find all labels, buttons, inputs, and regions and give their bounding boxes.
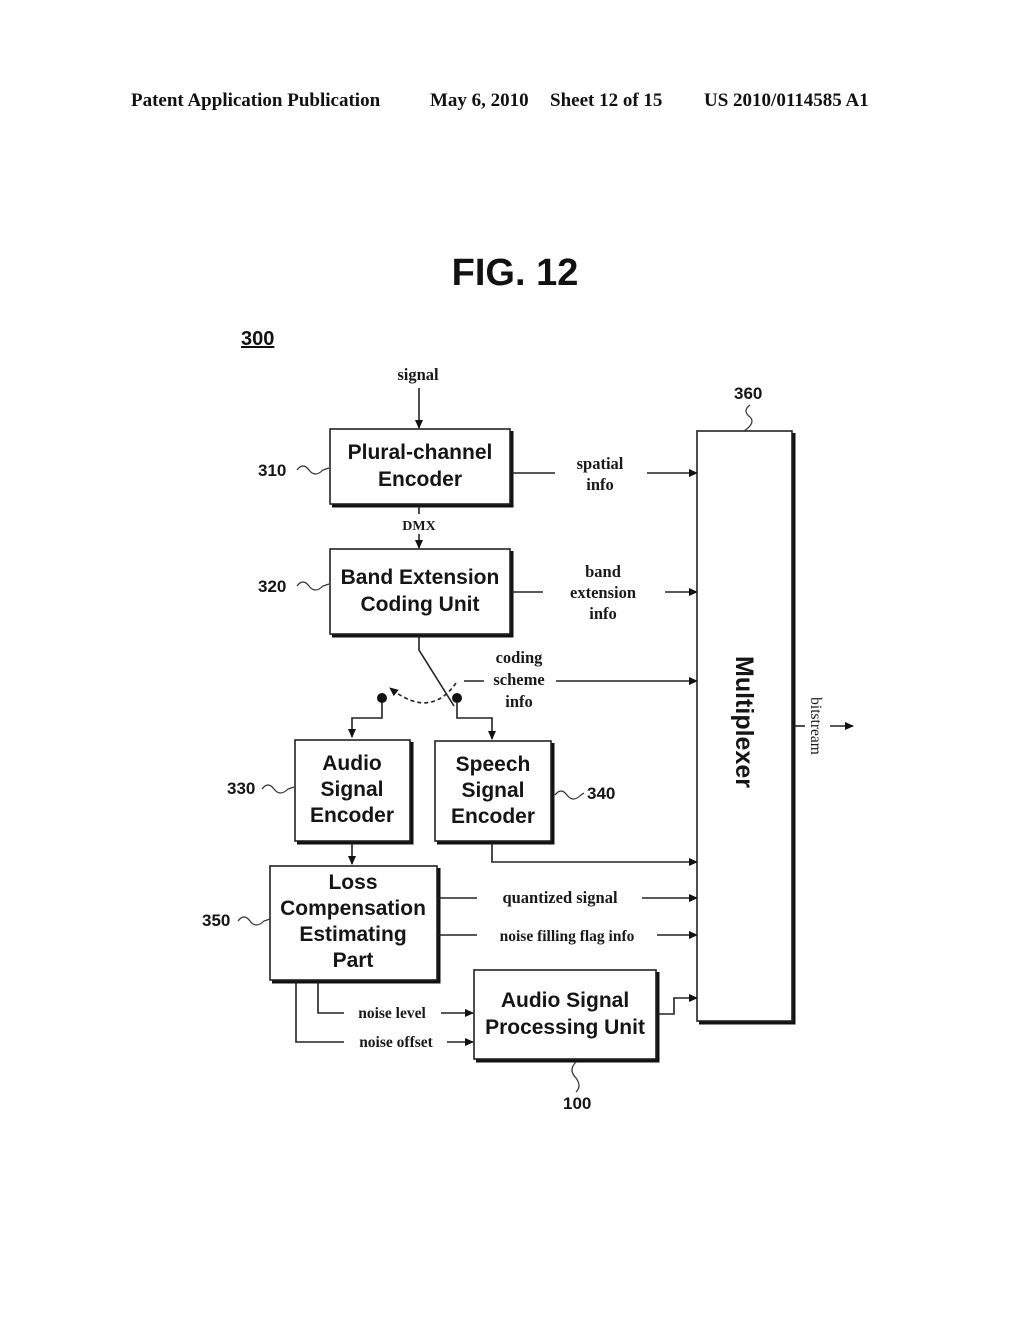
audio-encoder-line2: Signal xyxy=(320,778,383,801)
ref-100-leader xyxy=(571,1061,580,1093)
multiplexer-label: Multiplexer xyxy=(730,656,758,788)
loss-compensation-block: Loss Compensation Estimating Part xyxy=(269,865,441,984)
noise-filling-flag-label: noise filling flag info xyxy=(500,928,635,945)
switch-to-audio-arrow xyxy=(348,703,383,738)
ref-330-leader xyxy=(261,784,295,794)
plural-channel-encoder-line1: Plural-channel xyxy=(348,441,493,464)
speech-encoder-line1: Speech xyxy=(456,753,531,776)
quantized-signal-label: quantized signal xyxy=(502,888,617,907)
band-extension-info-label-2: extension xyxy=(570,583,636,602)
ref-320-leader xyxy=(296,581,330,591)
block-diagram: signal Plural-channel Encoder 310 spatia… xyxy=(202,365,854,1113)
ref-350: 350 xyxy=(202,911,230,930)
spatial-info-label-1: spatial xyxy=(577,454,624,473)
speech-encoder-line2: Signal xyxy=(461,779,524,802)
ref-360: 360 xyxy=(734,384,762,403)
ref-340: 340 xyxy=(587,784,615,803)
band-extension-coding-unit-block: Band Extension Coding Unit xyxy=(329,548,514,638)
ref-310: 310 xyxy=(258,461,286,480)
audio-signal-encoder-block: Audio Signal Encoder xyxy=(294,739,414,845)
dmx-label: DMX xyxy=(402,519,435,534)
band-extension-info-label-3: info xyxy=(589,604,617,623)
loss-compensation-line4: Part xyxy=(333,949,374,972)
processing-to-mux-arrow xyxy=(658,994,698,1015)
ref-320: 320 xyxy=(258,577,286,596)
coding-scheme-info-label-2: scheme xyxy=(493,670,544,689)
band-extension-line2: Coding Unit xyxy=(361,593,480,616)
band-extension-info-label-1: band xyxy=(585,562,621,581)
ref-340-leader xyxy=(554,790,585,800)
audio-encoder-line1: Audio xyxy=(322,752,381,775)
switch-to-speech-arrow xyxy=(456,703,496,740)
coding-scheme-info-label-3: info xyxy=(505,692,533,711)
noise-level-line xyxy=(317,982,344,1014)
ref-360-leader xyxy=(743,404,753,432)
audio-encoder-line3: Encoder xyxy=(310,804,394,827)
loss-compensation-line3: Estimating xyxy=(299,923,406,946)
noise-offset-label: noise offset xyxy=(359,1034,433,1051)
ref-100: 100 xyxy=(563,1094,591,1113)
plural-channel-encoder-line2: Encoder xyxy=(378,468,462,491)
input-signal-label: signal xyxy=(397,365,439,384)
loss-compensation-line1: Loss xyxy=(328,871,377,894)
speech-signal-encoder-block: Speech Signal Encoder xyxy=(434,740,555,845)
audio-processing-line2: Processing Unit xyxy=(485,1016,645,1039)
band-extension-line1: Band Extension xyxy=(341,566,500,589)
spatial-info-label-2: info xyxy=(586,475,614,494)
switch-contact-speech xyxy=(452,693,462,703)
loss-compensation-line2: Compensation xyxy=(280,897,426,920)
ref-330: 330 xyxy=(227,779,255,798)
switch-contact-audio xyxy=(377,693,387,703)
plural-channel-encoder-block: Plural-channel Encoder xyxy=(329,428,514,508)
audio-processing-line1: Audio Signal xyxy=(501,989,629,1012)
ref-350-leader xyxy=(237,916,271,926)
coding-scheme-info-label-1: coding xyxy=(496,648,544,667)
speech-to-mux-arrow xyxy=(491,843,698,866)
audio-signal-processing-unit-block: Audio Signal Processing Unit xyxy=(473,969,660,1063)
bitstream-label: bitstream xyxy=(807,697,824,755)
noise-offset-line xyxy=(295,982,344,1043)
noise-level-label: noise level xyxy=(358,1005,426,1022)
switch-arm xyxy=(418,636,455,707)
speech-encoder-line3: Encoder xyxy=(451,805,535,828)
ref-310-leader xyxy=(296,465,330,475)
multiplexer-block: Multiplexer xyxy=(696,430,796,1025)
